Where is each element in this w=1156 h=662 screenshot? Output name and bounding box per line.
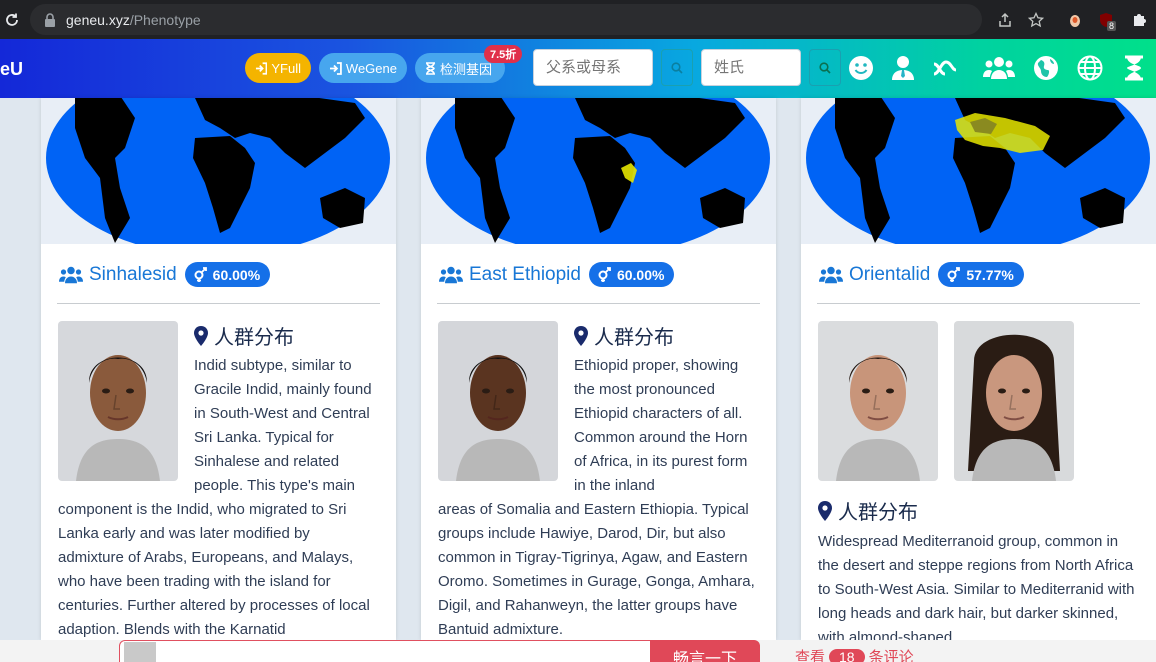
users-icon — [439, 266, 463, 283]
dna-icon[interactable] — [931, 54, 959, 82]
globe-africa-icon[interactable] — [1032, 54, 1060, 82]
phenotype-name[interactable]: Orientalid — [849, 264, 930, 286]
ublock-icon[interactable]: 8 — [1097, 0, 1117, 39]
match-percent-badge: 60.00% — [588, 262, 675, 287]
smile-icon[interactable] — [847, 54, 875, 82]
distribution-title-text: 人群分布 — [838, 502, 918, 524]
hourglass-icon — [426, 61, 435, 75]
url-host: geneu.xyz — [66, 11, 130, 28]
puzzle-icon[interactable] — [1130, 0, 1148, 39]
sign-in-icon — [329, 61, 342, 75]
users-icon — [59, 266, 83, 283]
address-bar[interactable]: geneu.xyz/Phenotype — [30, 4, 982, 35]
discount-badge: 7.5折 — [484, 45, 523, 63]
bookmark-star-icon[interactable] — [1027, 0, 1045, 39]
divider — [437, 303, 760, 304]
distribution-title: 人群分布 — [194, 321, 294, 350]
phenotype-card: East Ethiopid 60.00% 人群分布 Ethiopid proper… — [421, 98, 776, 640]
search-icon — [671, 61, 683, 74]
phenotype-card: Orientalid 57.77% 人群分布 Widespread Medite… — [801, 98, 1156, 640]
reload-icon[interactable] — [2, 10, 22, 30]
description-text: Widespread Mediterranoid group, common i… — [818, 533, 1135, 640]
send-comment-button[interactable]: 畅言一下 — [650, 640, 760, 662]
site-navbar: eU YFull WeGene 检测基因 7.5折 — [0, 39, 1156, 98]
user-tie-icon[interactable] — [889, 54, 917, 82]
users-icon[interactable] — [983, 54, 1015, 82]
distribution-map — [801, 98, 1156, 244]
description-text-continued: areas of Somalia and Eastern Ethiopia. T… — [438, 501, 755, 638]
avatar — [124, 642, 156, 662]
card-header: Sinhalesid 60.00% — [59, 262, 271, 287]
phenotype-name[interactable]: Sinhalesid — [89, 264, 177, 286]
ublock-count-badge: 8 — [1107, 20, 1117, 31]
distribution-title: 人群分布 — [818, 496, 918, 525]
comment-count-badge: 18 — [829, 648, 865, 662]
divider — [817, 303, 1140, 304]
divider — [57, 303, 380, 304]
match-percent-badge: 60.00% — [184, 262, 271, 287]
gender-icon — [194, 266, 207, 282]
yfull-button[interactable]: YFull — [245, 53, 311, 83]
wegene-button[interactable]: WeGene — [319, 53, 407, 83]
browser-chrome: geneu.xyz/Phenotype 8 — [0, 0, 1156, 39]
match-percent-badge: 57.77% — [938, 262, 1024, 287]
map-marker-icon — [574, 325, 588, 346]
description-text: Ethiopid proper, showing the most pronou… — [574, 357, 748, 494]
surname-search-input[interactable] — [701, 49, 801, 86]
gender-icon — [947, 266, 961, 282]
description-text: Indid subtype, similar to Gracile Indid,… — [194, 357, 372, 494]
gender-icon — [598, 266, 611, 282]
url-path: /Phenotype — [129, 11, 201, 28]
comment-bar: 畅言一下 查看 18 条评论 — [0, 640, 1156, 662]
search-icon — [819, 61, 831, 74]
distribution-title-text: 人群分布 — [214, 327, 294, 349]
match-percent: 60.00% — [616, 266, 665, 283]
hourglass-icon[interactable] — [1120, 54, 1148, 82]
brand-logo[interactable]: eU — [0, 59, 23, 80]
globe-icon[interactable] — [1076, 54, 1104, 82]
lock-icon — [44, 12, 58, 27]
average-face-photo — [58, 321, 178, 481]
lineage-search-input[interactable] — [533, 49, 653, 86]
distribution-map — [421, 98, 776, 244]
distribution-map — [41, 98, 396, 244]
average-face-photo — [818, 321, 938, 481]
average-face-photo — [438, 321, 558, 481]
test-gene-label: 检测基因 — [440, 61, 493, 77]
description-text-continued: component is the Indid, who migrated to … — [58, 501, 370, 638]
match-percent: 60.00% — [212, 266, 261, 283]
yfull-label: YFull — [271, 60, 301, 76]
distribution-title: 人群分布 — [574, 321, 674, 350]
phenotype-name[interactable]: East Ethiopid — [469, 264, 581, 286]
card-header: Orientalid 57.77% — [819, 262, 1024, 287]
sign-in-icon — [255, 61, 268, 75]
map-marker-icon — [194, 325, 208, 346]
share-icon[interactable] — [996, 0, 1014, 39]
users-icon — [819, 266, 843, 283]
map-marker-icon — [818, 500, 832, 521]
lineage-search-button[interactable] — [661, 49, 693, 86]
match-percent: 57.77% — [966, 266, 1014, 283]
extension-icon[interactable] — [1066, 0, 1084, 39]
view-suffix: 条评论 — [868, 649, 914, 662]
card-header: East Ethiopid 60.00% — [439, 262, 675, 287]
average-face-photo — [954, 321, 1074, 481]
wegene-label: WeGene — [345, 60, 397, 76]
view-prefix: 查看 — [795, 649, 826, 662]
phenotype-card: Sinhalesid 60.00% 人群分布 Indid subtype, sim… — [41, 98, 396, 640]
view-comments-link[interactable]: 查看 18 条评论 — [795, 646, 914, 662]
comment-input[interactable] — [119, 640, 651, 662]
surname-search-button[interactable] — [809, 49, 841, 86]
distribution-title-text: 人群分布 — [594, 327, 674, 349]
